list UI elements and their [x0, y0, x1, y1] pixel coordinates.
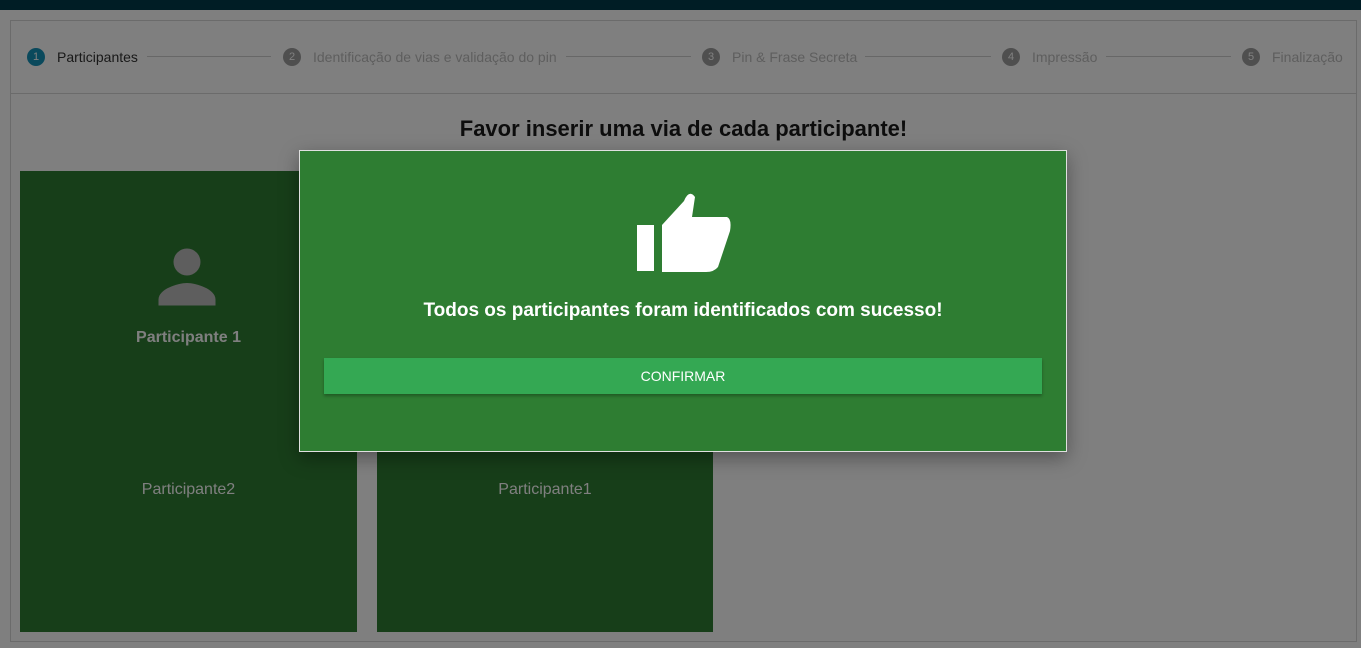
- thumbs-up-icon: [637, 193, 731, 272]
- page: 1 Participantes 2 Identificação de vias …: [0, 0, 1361, 648]
- success-dialog: Todos os participantes foram identificad…: [299, 150, 1067, 452]
- confirm-button[interactable]: CONFIRMAR: [324, 358, 1042, 394]
- success-message: Todos os participantes foram identificad…: [423, 300, 943, 321]
